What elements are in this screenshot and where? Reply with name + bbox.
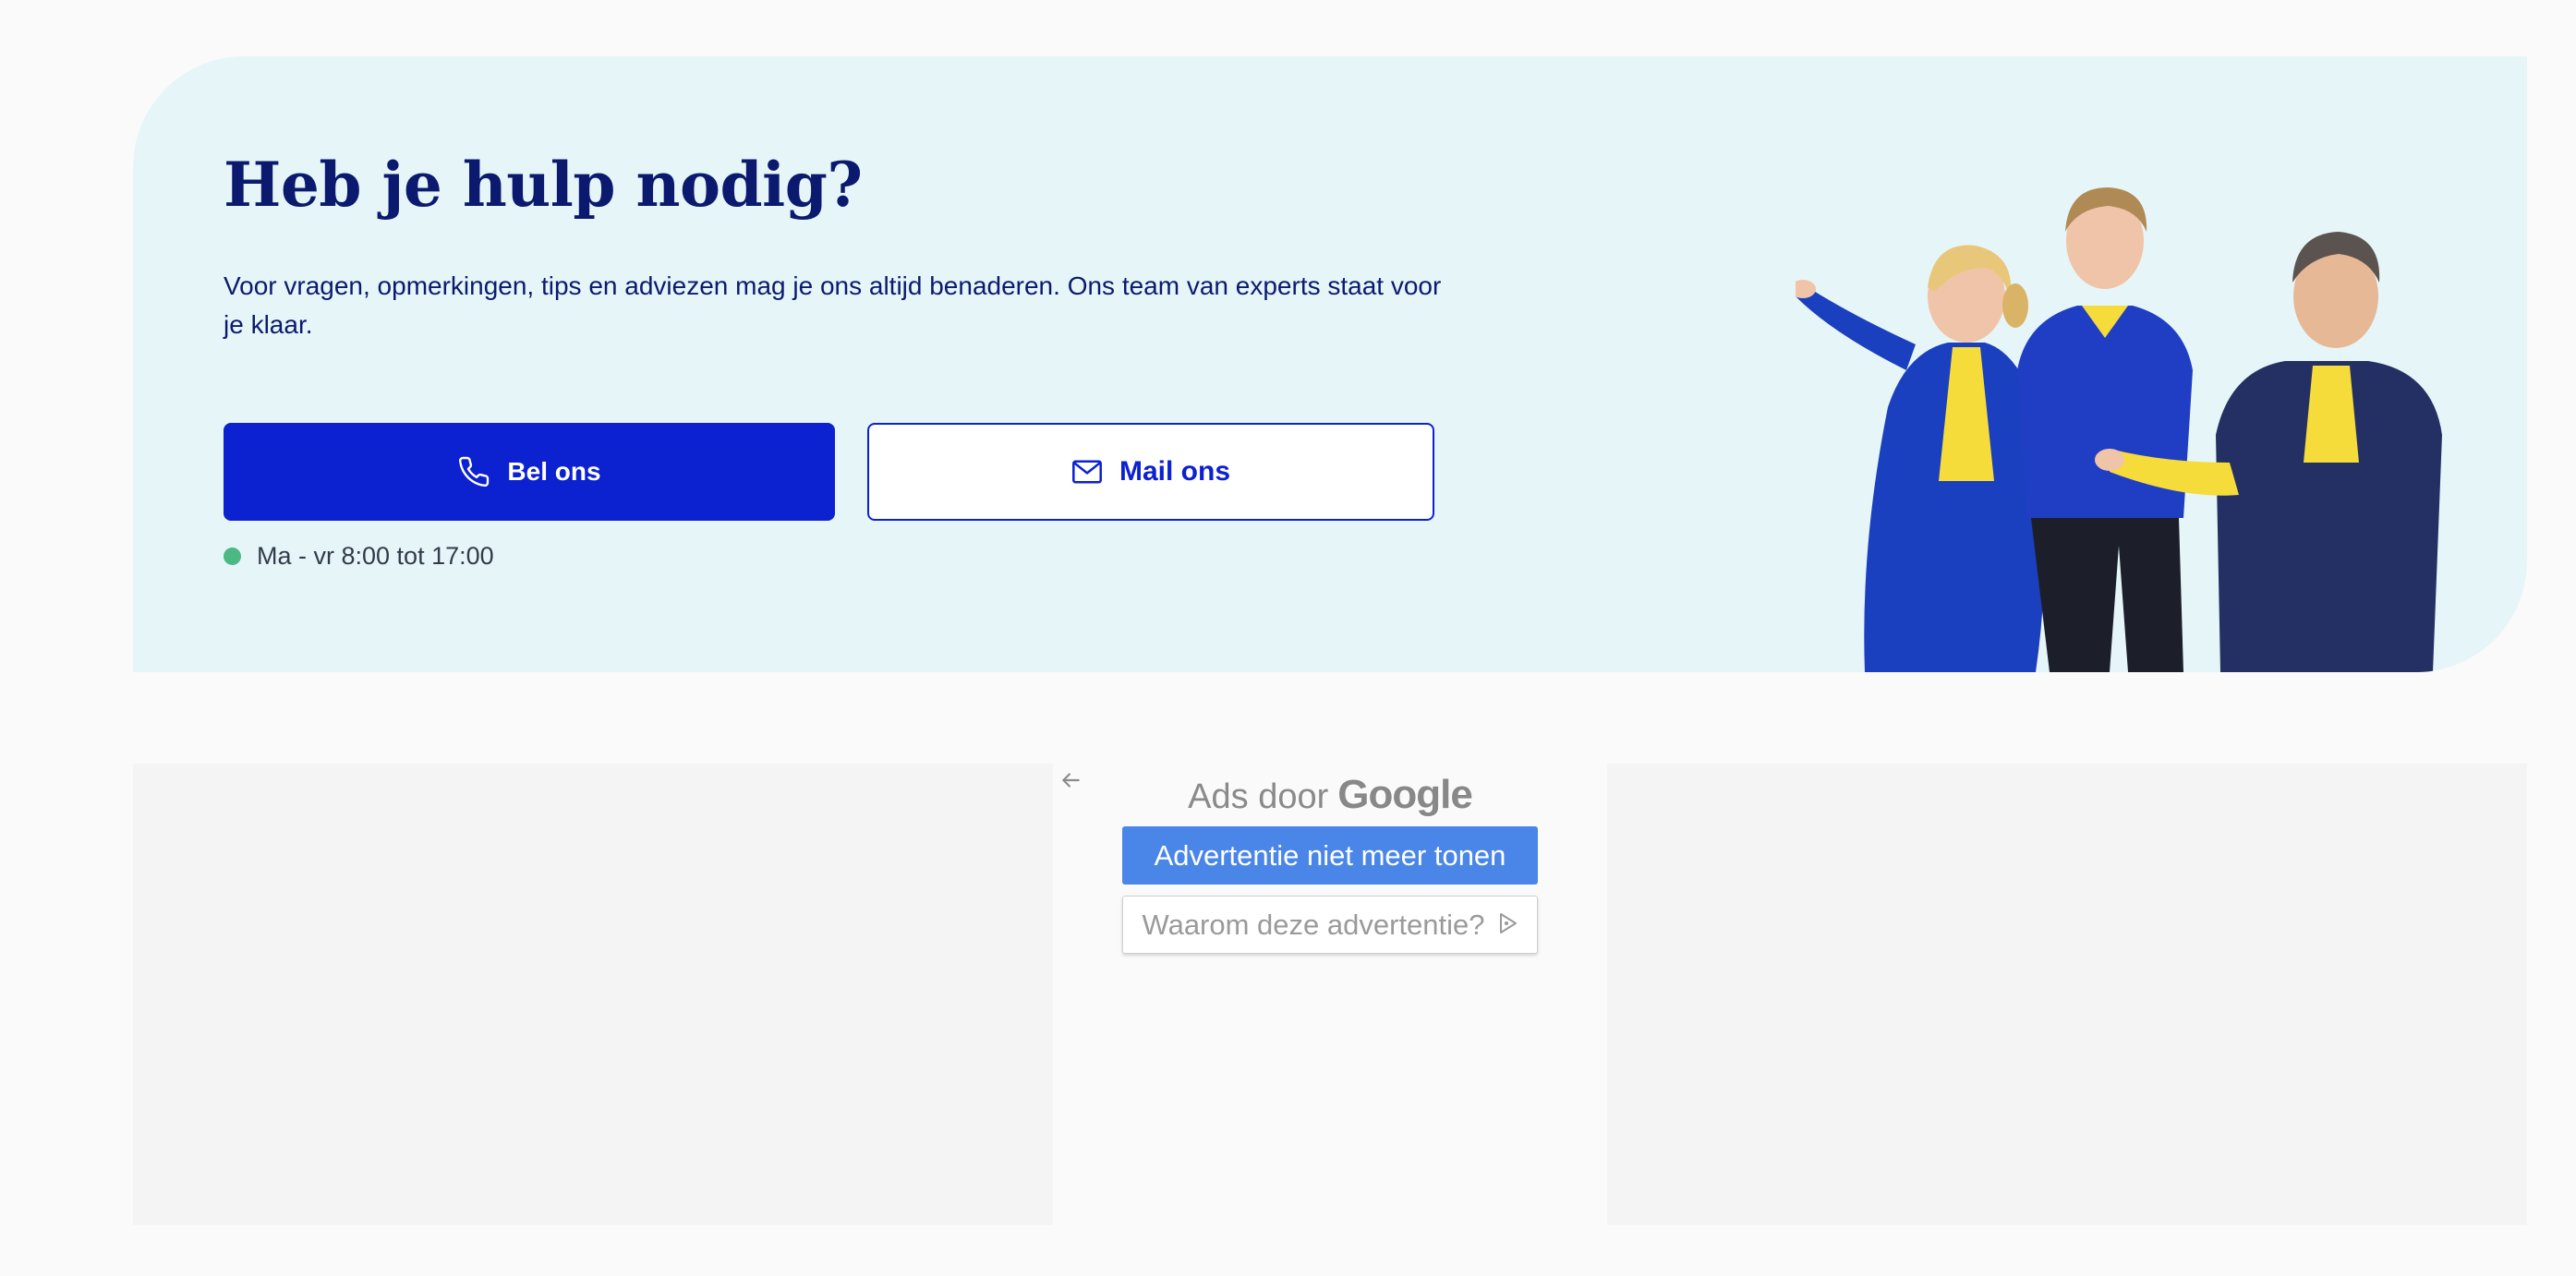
- why-this-ad-label: Waarom deze advertentie?: [1142, 908, 1485, 941]
- stop-showing-ad-button[interactable]: Advertentie niet meer tonen: [1122, 826, 1538, 885]
- team-member-left-figure: [1796, 245, 2045, 672]
- help-description: Voor vragen, opmerkingen, tips en adviez…: [224, 271, 1442, 339]
- mail-button-label: Mail ons: [1119, 456, 1230, 487]
- call-button-label: Bel ons: [507, 457, 601, 486]
- google-brand-label: Google: [1337, 772, 1473, 817]
- ad-placeholder-right: [1607, 764, 2527, 1225]
- status-dot: [224, 548, 241, 565]
- help-section: Heb je hulp nodig? Voor vragen, opmerkin…: [133, 56, 2527, 672]
- adchoices-icon: [1498, 909, 1518, 942]
- opening-hours-text: Ma - vr 8:00 tot 17:00: [257, 542, 494, 570]
- team-photo: [1796, 187, 2442, 672]
- ad-placeholder-left: [133, 764, 1053, 1225]
- call-button[interactable]: Bel ons: [224, 423, 835, 521]
- phone-icon: [457, 455, 490, 488]
- stop-showing-ad-label: Advertentie niet meer tonen: [1154, 838, 1506, 872]
- ads-by-google-header: Ads door Google: [1053, 772, 1607, 818]
- opening-hours: Ma - vr 8:00 tot 17:00: [224, 542, 494, 571]
- help-title: Heb je hulp nodig?: [224, 149, 863, 221]
- why-this-ad-button[interactable]: Waarom deze advertentie?: [1122, 896, 1538, 954]
- team-member-middle-figure: [2017, 187, 2193, 672]
- mail-icon: [1071, 459, 1103, 485]
- ads-by-label: Ads door: [1188, 777, 1329, 816]
- mail-button[interactable]: Mail ons: [867, 423, 1434, 521]
